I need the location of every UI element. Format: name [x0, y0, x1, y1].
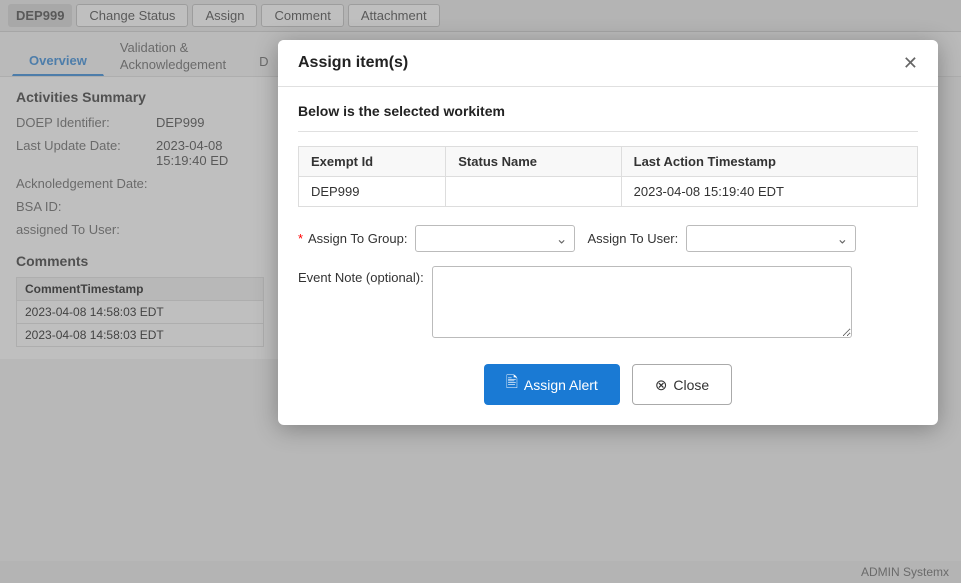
assign-group-label: * Assign To Group: [298, 231, 407, 246]
workitem-last-action: 2023-04-08 15:19:40 EDT [621, 177, 917, 207]
modal-body: Below is the selected workitem Exempt Id… [278, 87, 938, 425]
assign-icon: 🖹 [506, 372, 518, 397]
assign-group-select-wrapper [415, 225, 575, 252]
close-circle-icon: ⊗ [655, 376, 668, 394]
col-last-action: Last Action Timestamp [621, 147, 917, 177]
assign-alert-label: Assign Alert [524, 377, 598, 393]
required-star: * [298, 231, 303, 246]
modal-title: Assign item(s) [298, 54, 408, 72]
modal-actions: 🖹 Assign Alert ⊗ Close [298, 356, 918, 409]
event-note-row: Event Note (optional): [298, 266, 918, 338]
assign-user-select-wrapper [686, 225, 856, 252]
assign-form-row: * Assign To Group: Assign To User: [298, 225, 918, 252]
assign-user-select[interactable] [686, 225, 856, 252]
workitem-table: Exempt Id Status Name Last Action Timest… [298, 146, 918, 207]
col-status-name: Status Name [446, 147, 621, 177]
modal-section-label: Below is the selected workitem [298, 103, 918, 119]
close-dialog-label: Close [673, 377, 709, 393]
workitem-status-name [446, 177, 621, 207]
assign-group-group: * Assign To Group: [298, 225, 575, 252]
close-dialog-button[interactable]: ⊗ Close [632, 364, 732, 405]
event-note-textarea[interactable] [432, 266, 852, 338]
workitem-exempt-id: DEP999 [299, 177, 446, 207]
assign-user-group: Assign To User: [587, 225, 856, 252]
assign-modal: Assign item(s) ✕ Below is the selected w… [278, 40, 938, 425]
workitem-row: DEP999 2023-04-08 15:19:40 EDT [299, 177, 918, 207]
modal-close-button[interactable]: ✕ [903, 54, 918, 72]
assign-group-select[interactable] [415, 225, 575, 252]
modal-divider [298, 131, 918, 132]
modal-header: Assign item(s) ✕ [278, 40, 938, 87]
assign-alert-button[interactable]: 🖹 Assign Alert [484, 364, 620, 405]
col-exempt-id: Exempt Id [299, 147, 446, 177]
event-note-label: Event Note (optional): [298, 266, 424, 285]
assign-user-label: Assign To User: [587, 231, 678, 246]
